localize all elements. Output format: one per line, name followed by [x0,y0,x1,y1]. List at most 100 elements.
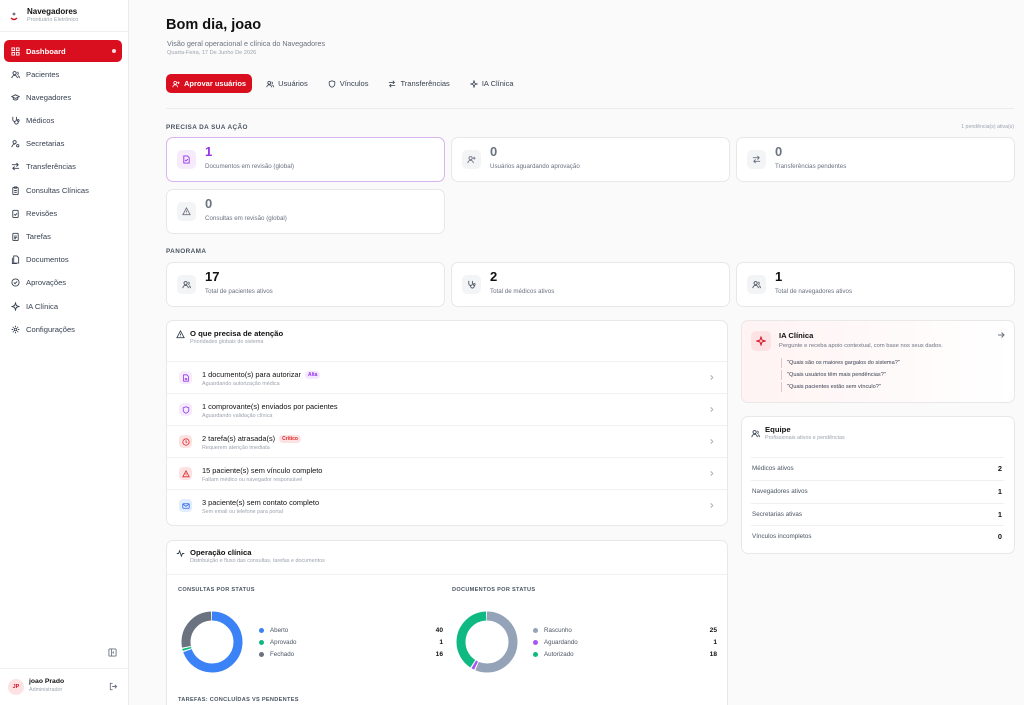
attention-subtitle: Prioridades globais do sistema [190,339,264,345]
tab-label: IA Clínica [481,79,514,88]
sidebar-item-pacientes[interactable]: Pacientes [4,63,122,85]
legend-swatch [259,628,264,633]
stat-icon [177,150,196,169]
pending-count: 1 pendência(s) ativa(s) [961,124,1014,130]
ia-suggested-question[interactable]: "Quais usuários têm mais pendências?" [781,370,886,380]
sidebar-item-aprovacoes[interactable]: Aprovações [4,272,122,294]
chevron-right-icon [710,439,714,444]
stat-label: Total de médicos ativos [490,288,555,295]
legend-value: 18 [709,651,717,658]
clipboard-icon [12,186,19,195]
sidebar-item-transferencias[interactable]: Transferências [4,156,122,178]
clinical-operations-panel: Operação clínica Distribuição e fluxo da… [166,540,728,705]
stat-card-doctors[interactable]: 2 Total de médicos ativos [451,262,730,307]
legend-label: Fechado [270,651,295,658]
user-plus-icon [467,156,476,164]
stat-card-consultations-review[interactable]: 0 Consultas em revisão (global) [166,189,445,234]
stat-card-patients[interactable]: 17 Total de pacientes ativos [166,262,445,307]
ia-icon-box [751,331,771,351]
logout-icon[interactable] [109,682,118,691]
approve-users-button[interactable]: Aprovar usuários [166,74,253,93]
tab-vinculos[interactable]: Vínculos [322,74,375,93]
stat-card-navigators[interactable]: 1 Total de navegadores ativos [736,262,1015,307]
team-row-label: Navegadores ativos [752,488,808,495]
tab-label: Aprovar usuários [184,79,247,88]
user-profile[interactable]: JP joao Prado Administrador [0,668,128,705]
sidebar-item-configuracoes[interactable]: Configurações [4,318,122,340]
sidebar-item-ia-clinica[interactable]: IA Clínica [4,295,122,317]
team-row-value: 2 [997,464,1002,473]
users-icon [751,430,760,438]
sidebar-item-label: Dashboard [26,46,66,56]
legend-swatch [533,640,538,645]
sidebar-item-secretarias[interactable]: Secretarias [4,133,122,155]
ia-suggested-question[interactable]: "Quais pacientes estão sem vínculo?" [781,382,881,392]
tab-ia-clinica[interactable]: IA Clínica [464,74,520,93]
attention-item-icon [179,499,192,512]
operations-subtitle: Distribuição e fluxo das consultas, tare… [190,558,325,564]
sidebar-item-medicos[interactable]: Médicos [4,110,122,132]
legend-label: Aberto [270,627,289,634]
legend-value: 40 [435,627,443,634]
tab-transferencias[interactable]: Transferências [382,74,455,93]
legend-value: 1 [439,639,443,646]
chart-title: CONSULTAS POR STATUS [178,587,255,593]
file-icon [182,373,189,382]
brand[interactable]: Navegadores Prontuário Eletrônico [8,7,78,23]
stat-label: Total de pacientes ativos [205,288,273,295]
check-circle-icon [11,278,20,287]
transfer-icon [389,80,396,87]
attention-item[interactable]: 1 comprovante(s) enviados por pacientes … [167,393,727,425]
gear-icon [11,325,20,334]
stat-value: 0 [205,196,213,211]
sidebar-item-documentos[interactable]: Documentos [4,249,122,271]
tab-usuarios[interactable]: Usuários [260,74,314,93]
user-cog-icon [11,140,20,148]
team-row: Navegadores ativos 1 [751,480,1004,502]
stat-card-documents-review[interactable]: 1 Documentos em revisão (global) [166,137,445,182]
team-card: Equipe Profissionais ativos e pendências… [741,416,1015,554]
clock-icon [181,437,190,446]
sidebar-item-revisoes[interactable]: Revisões [4,202,122,224]
brand-subtitle: Prontuário Eletrônico [27,17,79,23]
activity-icon [176,549,185,558]
avatar: JP [8,679,24,695]
graduation-cap-icon [11,94,20,101]
attention-item[interactable]: 3 paciente(s) sem contato completo Sem e… [167,489,727,521]
sidebar-item-navegadores[interactable]: Navegadores [4,86,122,108]
stat-value: 0 [490,144,498,159]
clipboard-check-icon [12,209,19,218]
team-row-label: Vínculos incompletos [752,533,812,540]
team-row-value: 1 [997,510,1002,519]
documents-icon [11,255,20,265]
main-content: Bom dia, joao Visão geral operacional e … [129,0,1024,705]
attention-item-subtitle: Requerem atenção imediata [202,445,270,451]
team-row: Médicos ativos 2 [751,457,1004,479]
warning-icon [182,207,191,216]
active-indicator [112,49,116,53]
stat-value: 1 [205,144,213,159]
legend-label: Rascunho [544,627,572,634]
legend-swatch [259,640,264,645]
attention-item[interactable]: 15 paciente(s) sem vínculo completo Falt… [167,457,727,489]
sidebar-item-tarefas[interactable]: Tarefas [4,226,122,248]
ia-clinica-card[interactable]: IA Clínica Pergunte e receba apoio conte… [741,320,1015,403]
chart-title-tasks: TAREFAS: CONCLUÍDAS VS PENDENTES [178,697,299,703]
legend-item: Fechado [259,651,294,658]
stat-card-transfers-pending[interactable]: 0 Transferências pendentes [736,137,1015,182]
legend-label: Aguardando [544,639,578,646]
attention-item[interactable]: 1 documento(s) para autorizar Alta Aguard… [167,361,727,393]
stethoscope-icon [468,280,476,289]
sidebar-item-consultas-clinicas[interactable]: Consultas Clínicas [4,179,122,201]
arrow-right-icon[interactable] [997,331,1005,339]
sidebar-item-dashboard[interactable]: Dashboard [4,40,122,62]
dashboard-icon [11,46,20,56]
page-title: Bom dia, joao [166,17,262,33]
chevron-right-icon [710,375,714,380]
attention-item[interactable]: 2 tarefa(s) atrasada(s) Crítico Requerem … [167,425,727,457]
ia-suggested-question[interactable]: "Quais são os maiores gargalos do sistem… [781,358,900,368]
section-title-action: PRECISA DA SUA AÇÃO [166,124,248,131]
collapse-sidebar-icon[interactable] [108,648,117,657]
sidebar-item-label: IA Clínica [26,301,59,311]
stat-card-users-awaiting[interactable]: 0 Usuários aguardando aprovação [451,137,730,182]
